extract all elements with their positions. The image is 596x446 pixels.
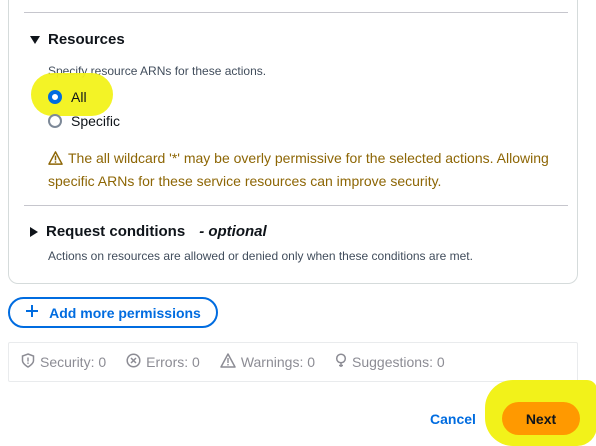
radio-all[interactable]: All bbox=[48, 89, 87, 105]
next-button[interactable]: Next bbox=[502, 402, 580, 435]
add-more-permissions-button[interactable]: Add more permissions bbox=[8, 297, 218, 328]
suggestions-count: Suggestions: 0 bbox=[352, 354, 445, 370]
divider-top bbox=[24, 12, 568, 13]
request-conditions-title: Request conditions bbox=[46, 223, 186, 240]
cancel-button[interactable]: Cancel bbox=[430, 411, 476, 427]
shield-icon bbox=[21, 353, 35, 371]
next-button-label: Next bbox=[525, 410, 557, 427]
wildcard-warning: The all wildcard '*' may be overly permi… bbox=[48, 148, 558, 192]
radio-specific-control[interactable] bbox=[48, 114, 62, 128]
radio-all-control[interactable] bbox=[48, 90, 62, 104]
warnings-stat: Warnings: 0 bbox=[220, 353, 315, 371]
warning-icon bbox=[48, 150, 64, 171]
errors-stat: Errors: 0 bbox=[126, 353, 200, 371]
add-more-permissions-label: Add more permissions bbox=[49, 304, 201, 321]
plus-icon bbox=[25, 304, 39, 321]
optional-label: - optional bbox=[199, 223, 267, 240]
request-conditions-description: Actions on resources are allowed or deni… bbox=[48, 249, 473, 263]
caret-down-icon bbox=[30, 35, 40, 44]
radio-all-label: All bbox=[71, 89, 87, 105]
errors-count: Errors: 0 bbox=[146, 354, 200, 370]
resources-section-toggle[interactable]: Resources bbox=[30, 31, 125, 48]
security-stat: Security: 0 bbox=[21, 353, 106, 371]
policy-validation-stats: Security: 0 Errors: 0 Warnings: 0 Sugges… bbox=[8, 342, 578, 382]
warning-triangle-icon bbox=[220, 353, 236, 371]
security-count: Security: 0 bbox=[40, 354, 107, 370]
resources-title: Resources bbox=[48, 31, 125, 48]
divider-middle bbox=[24, 205, 568, 206]
radio-specific-label: Specific bbox=[71, 113, 121, 129]
radio-specific[interactable]: Specific bbox=[48, 113, 120, 129]
caret-right-icon bbox=[30, 226, 38, 237]
warning-text: The all wildcard '*' may be overly permi… bbox=[48, 150, 549, 189]
error-circle-icon bbox=[126, 353, 141, 371]
warnings-count: Warnings: 0 bbox=[240, 354, 316, 370]
suggestions-stat: Suggestions: 0 bbox=[335, 353, 445, 371]
lightbulb-icon bbox=[335, 353, 347, 371]
request-conditions-toggle[interactable]: Request conditions - optional bbox=[30, 223, 267, 240]
